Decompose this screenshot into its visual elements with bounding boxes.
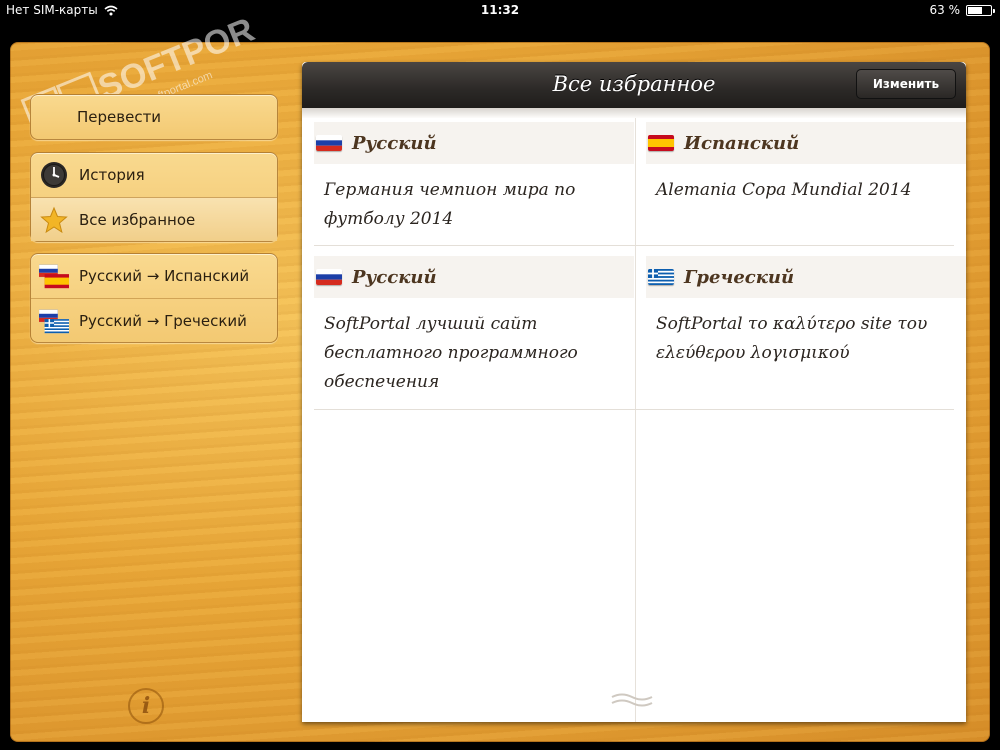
- source-language-header: Русский: [314, 122, 634, 164]
- sidebar-item-translate[interactable]: Перевести: [31, 95, 277, 139]
- spain-flag-icon: [648, 135, 674, 151]
- source-text: SoftPortal лучший сайт бесплатного прогр…: [324, 314, 578, 392]
- source-cell: Русский SoftPortal лучший сайт бесплатно…: [314, 256, 634, 397]
- russia-flag-icon: [316, 135, 342, 151]
- sidebar-item-label: Все избранное: [79, 210, 196, 229]
- source-language-name: Русский: [352, 132, 437, 154]
- battery-percent: 63 %: [929, 3, 961, 17]
- target-text: SoftPortal το καλύτερο site του ελεύθερο…: [656, 314, 928, 363]
- clock-icon: [39, 160, 69, 190]
- status-bar: Нет SIM-карты 11:32 63 %: [0, 0, 1000, 22]
- translate-icon: [39, 102, 69, 132]
- source-text: Германия чемпион мира по футболу 2014: [324, 180, 576, 229]
- greece-flag-icon: [648, 269, 674, 285]
- target-cell: Испанский Alemania Copa Mundial 2014: [646, 122, 966, 205]
- target-language-header: Греческий: [646, 256, 966, 298]
- info-button[interactable]: i: [128, 688, 164, 724]
- clock: 11:32: [480, 3, 520, 17]
- translate-group: Перевести: [30, 94, 278, 140]
- target-text: Alemania Copa Mundial 2014: [656, 180, 912, 200]
- favorite-entry[interactable]: Русский SoftPortal лучший сайт бесплатно…: [314, 256, 966, 410]
- language-pairs-group: Русский → Испанский Русский → Греческий: [30, 253, 278, 343]
- battery-icon: [966, 4, 995, 16]
- sidebar-item-favorites[interactable]: Все избранное: [31, 197, 277, 241]
- info-icon: i: [141, 693, 151, 719]
- sidebar-item-ru-es[interactable]: Русский → Испанский: [31, 254, 277, 298]
- target-language-name: Греческий: [684, 266, 795, 288]
- russia-spain-flags-icon: [39, 261, 69, 291]
- history-group: История Все избранное: [30, 152, 278, 242]
- russia-greece-flags-icon: [39, 306, 69, 336]
- target-cell: Греческий SoftPortal το καλύτερο site το…: [646, 256, 966, 368]
- sidebar-item-ru-el[interactable]: Русский → Греческий: [31, 298, 277, 342]
- target-language-name: Испанский: [684, 132, 800, 154]
- favorites-panel: Все избранное Изменить Русский Германия …: [302, 62, 966, 722]
- edit-button[interactable]: Изменить: [856, 69, 956, 99]
- row-separator: [314, 409, 954, 410]
- sidebar-item-history[interactable]: История: [31, 153, 277, 197]
- row-separator: [314, 245, 954, 246]
- sidebar-item-label: Перевести: [77, 108, 162, 126]
- scroll-indicator-icon: [611, 693, 653, 707]
- source-language-name: Русский: [352, 266, 437, 288]
- navigation-bar: Все избранное Изменить: [302, 62, 966, 108]
- sidebar-item-label: История: [79, 166, 145, 184]
- source-cell: Русский Германия чемпион мира по футболу…: [314, 122, 634, 234]
- sidebar-item-label: Русский → Греческий: [79, 311, 247, 330]
- russia-flag-icon: [316, 269, 342, 285]
- source-language-header: Русский: [314, 256, 634, 298]
- paper-edge: [302, 108, 966, 118]
- star-icon: [39, 205, 69, 235]
- favorite-entry[interactable]: Русский Германия чемпион мира по футболу…: [314, 122, 966, 246]
- target-language-header: Испанский: [646, 122, 966, 164]
- battery-indicator: 63 %: [929, 3, 995, 17]
- sidebar-item-label: Русский → Испанский: [79, 267, 250, 285]
